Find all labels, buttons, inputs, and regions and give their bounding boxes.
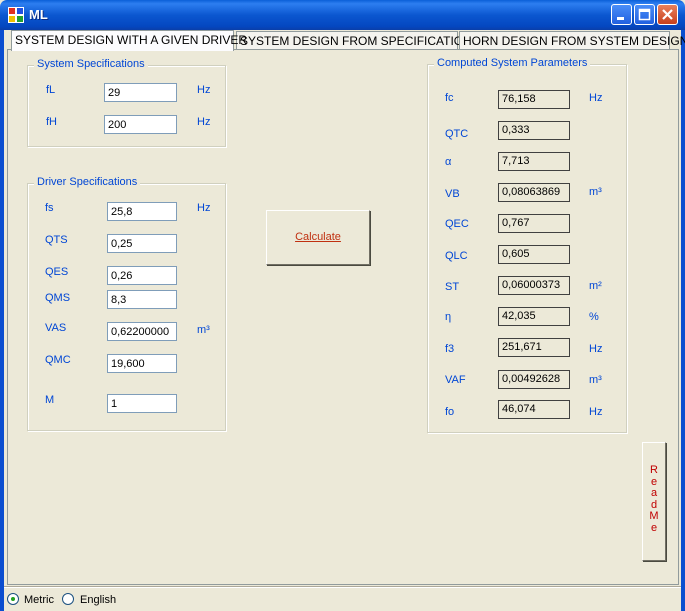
qes-label: QES (45, 266, 69, 278)
qts-input[interactable] (107, 234, 177, 253)
bottom-separator (4, 586, 681, 588)
vb-output: 0,08063869 (498, 183, 570, 202)
vas-label: VAS (45, 322, 67, 334)
qlc-label: QLC (445, 250, 468, 262)
tab-horn-design-from-system-design[interactable]: HORN DESIGN FROM SYSTEM DESIGN (459, 31, 685, 50)
calculate-button-label: Calculate (295, 231, 341, 243)
vas-input[interactable] (107, 322, 177, 341)
close-button[interactable] (657, 4, 678, 25)
f3-unit: Hz (589, 343, 603, 355)
vb-unit: m³ (589, 186, 602, 198)
app-window-icon (8, 7, 24, 23)
window-frame-right (681, 30, 685, 611)
qms-label: QMS (45, 292, 71, 304)
maximize-icon (638, 8, 651, 21)
fh-input[interactable] (104, 115, 177, 134)
qmc-label: QMC (45, 354, 71, 366)
eta-label: η (445, 311, 452, 323)
fs-label: fs (45, 202, 54, 214)
english-radio[interactable] (62, 593, 74, 605)
tab-system-design-given-driver[interactable]: SYSTEM DESIGN WITH A GIVEN DRIVER (11, 30, 247, 51)
st-label: ST (445, 281, 460, 293)
vaf-label: VAF (445, 374, 466, 386)
fh-unit: Hz (197, 116, 211, 128)
minimize-icon (617, 17, 624, 20)
qec-label: QEC (445, 218, 469, 230)
f3-output: 251,671 (498, 338, 570, 357)
readme-button-label: ReadMe (649, 464, 659, 534)
qec-output: 0,767 (498, 214, 570, 233)
system-specifications-group: System Specifications (27, 58, 226, 147)
fs-input[interactable] (107, 202, 177, 221)
fl-input[interactable] (104, 83, 177, 102)
maximize-button[interactable] (634, 4, 655, 25)
vaf-output: 0,00492628 (498, 370, 570, 389)
fc-output: 76,158 (498, 90, 570, 109)
fs-unit: Hz (197, 202, 211, 214)
fo-unit: Hz (589, 406, 603, 418)
st-output: 0,06000373 (498, 276, 570, 295)
metric-radio[interactable] (7, 593, 19, 605)
title-bar[interactable]: ML (0, 0, 685, 30)
f3-label: f3 (445, 343, 455, 355)
qms-input[interactable] (107, 290, 177, 309)
minimize-button[interactable] (611, 4, 632, 25)
english-label[interactable]: English (80, 594, 116, 606)
eta-output: 42,035 (498, 307, 570, 326)
vb-label: VB (445, 188, 460, 200)
calculate-button[interactable]: Calculate (266, 210, 370, 265)
fl-label: fL (46, 84, 56, 96)
driver-specifications-title: Driver Specifications (34, 176, 141, 188)
window-title: ML (29, 7, 48, 22)
fc-unit: Hz (589, 92, 603, 104)
eta-unit: % (589, 311, 599, 323)
computed-parameters-title: Computed System Parameters (434, 57, 591, 69)
fh-label: fH (46, 116, 57, 128)
readme-button[interactable]: ReadMe (642, 442, 666, 561)
tab-system-design-from-specifications[interactable]: SYSTEM DESIGN FROM SPECIFICATIONS (236, 31, 480, 50)
qlc-output: 0,605 (498, 245, 570, 264)
fl-unit: Hz (197, 84, 211, 96)
vas-unit: m³ (197, 324, 210, 336)
fo-label: fo (445, 406, 455, 418)
alpha-label: α (445, 156, 452, 168)
window-frame-left (0, 30, 4, 611)
alpha-output: 7,713 (498, 152, 570, 171)
st-unit: m² (589, 280, 602, 292)
close-icon (662, 9, 673, 20)
m-input[interactable] (107, 394, 177, 413)
fo-output: 46,074 (498, 400, 570, 419)
qts-label: QTS (45, 234, 68, 246)
qtc-output: 0,333 (498, 121, 570, 140)
qtc-label: QTC (445, 128, 469, 140)
fc-label: fc (445, 92, 454, 104)
metric-label[interactable]: Metric (24, 594, 54, 606)
qes-input[interactable] (107, 266, 177, 285)
m-label: M (45, 394, 55, 406)
system-specifications-title: System Specifications (34, 58, 148, 70)
metric-radio-dot (11, 597, 15, 601)
qmc-input[interactable] (107, 354, 177, 373)
vaf-unit: m³ (589, 374, 602, 386)
